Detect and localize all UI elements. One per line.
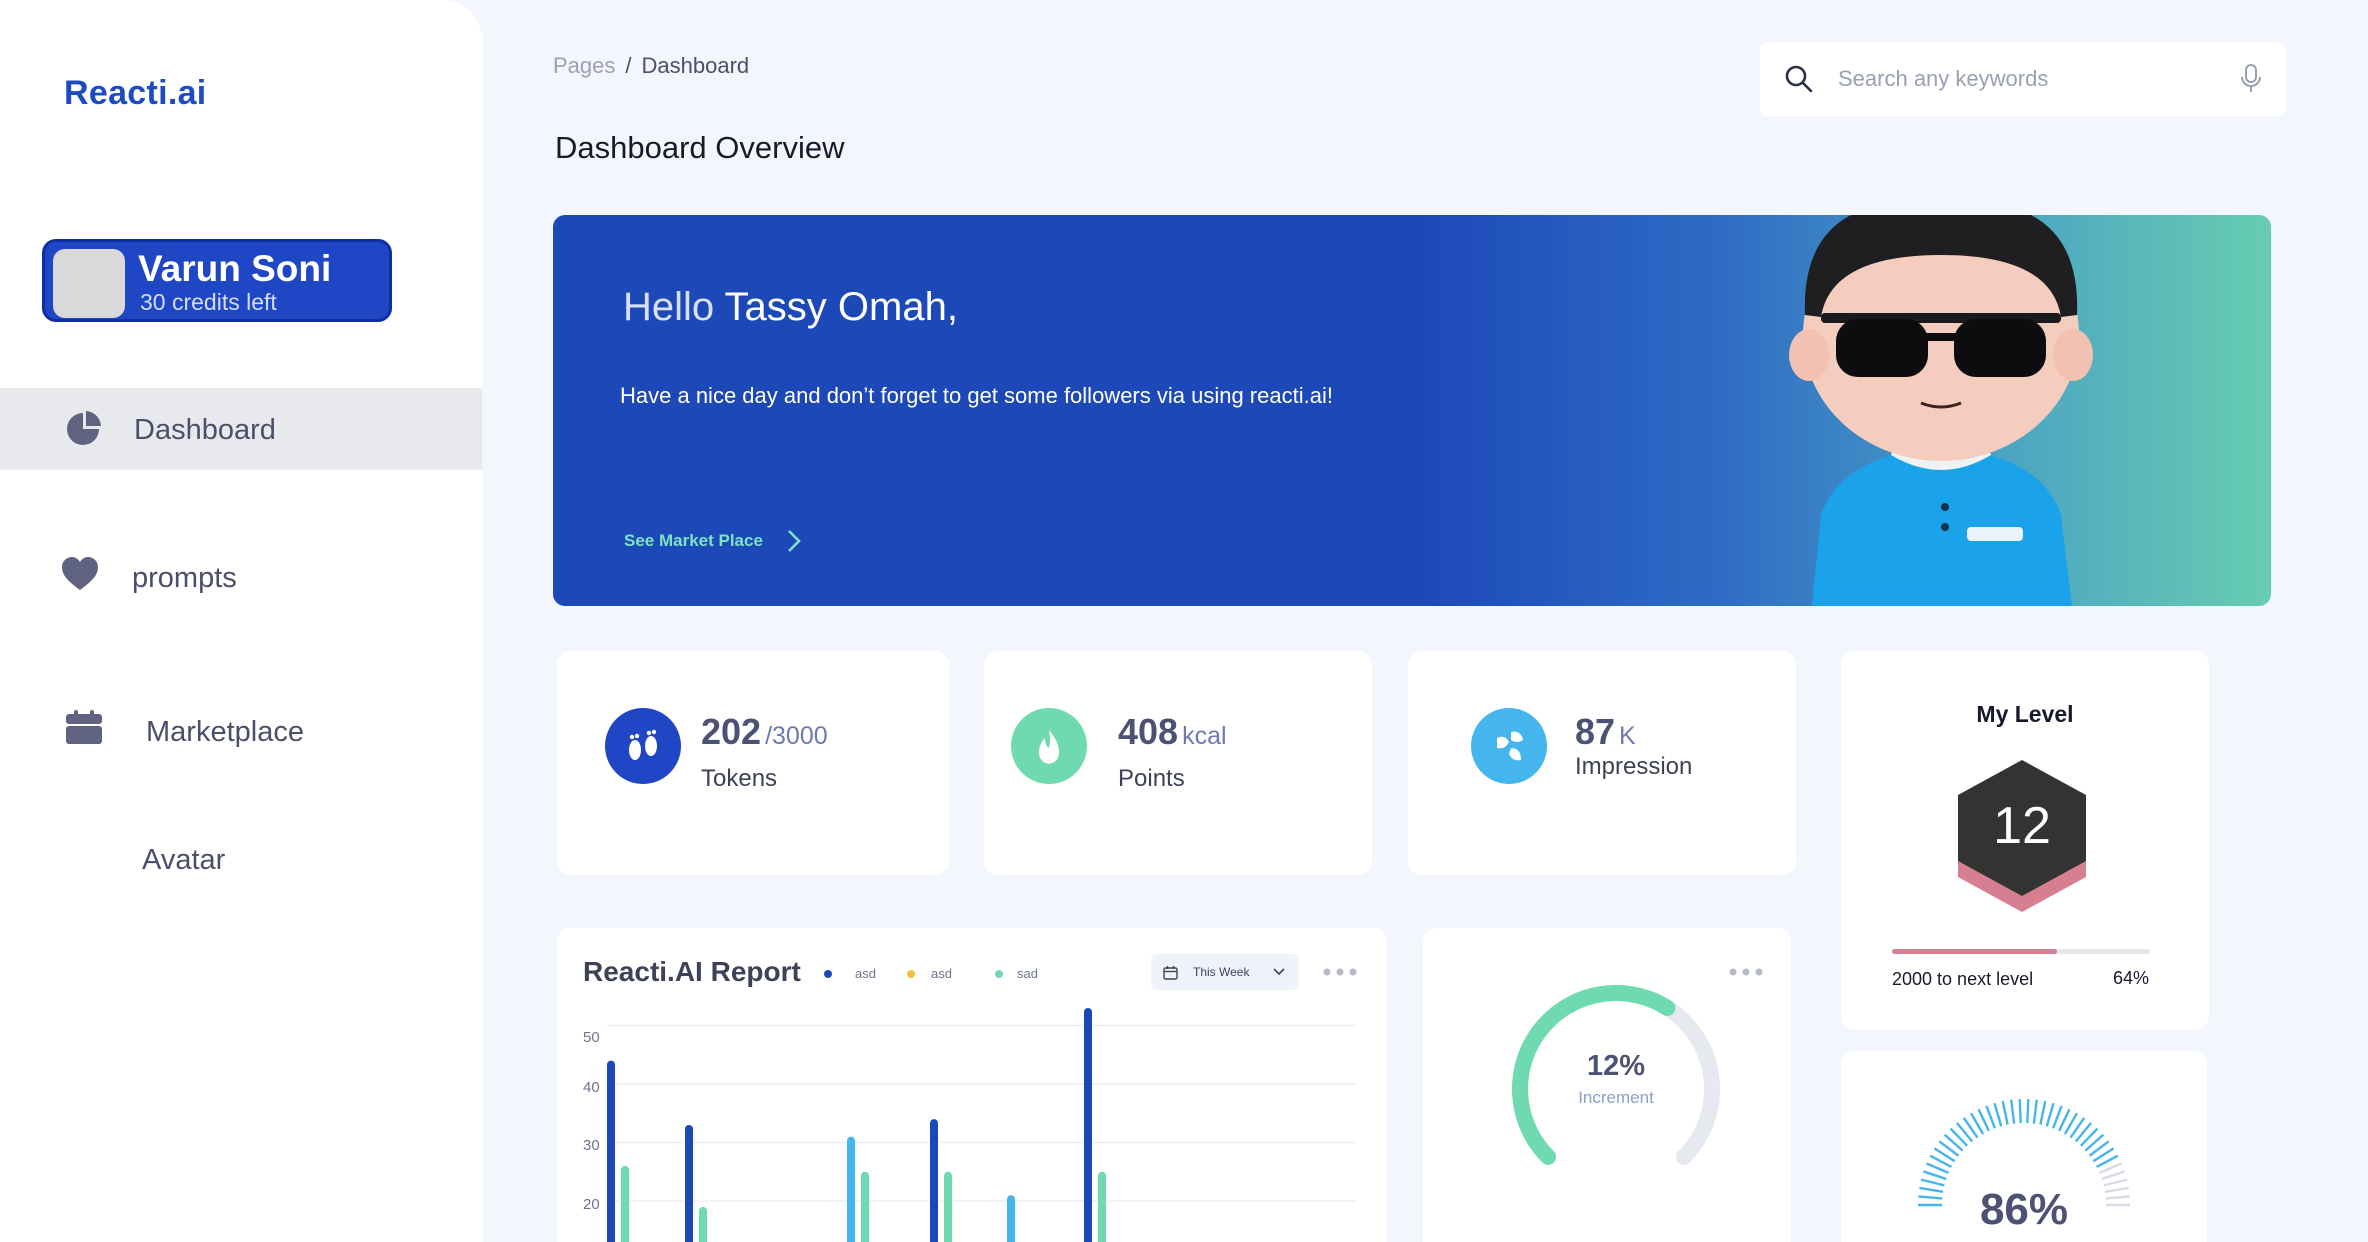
report-bar-chart — [607, 1007, 1357, 1242]
chart-bar — [930, 1119, 938, 1242]
stat-icon-circle — [605, 708, 681, 784]
stat-value: 87 K — [1575, 711, 1636, 752]
gauge-tick — [2026, 1099, 2030, 1124]
gauge-tick — [2045, 1102, 2055, 1127]
gauge-tick — [1923, 1170, 1947, 1181]
level-percent: 64% — [2113, 968, 2150, 988]
stat-icon-circle — [1011, 708, 1087, 784]
gauge-tick — [2101, 1170, 2125, 1181]
breadcrumb: Pages / Dashboard — [553, 53, 749, 79]
level-progress-fill — [1892, 949, 2058, 954]
chart-bar — [944, 1171, 952, 1242]
search-input[interactable] — [1838, 60, 2218, 98]
see-market-place-link[interactable]: See Market Place — [624, 531, 763, 551]
chart-bar — [699, 1206, 707, 1242]
heart-icon — [62, 557, 98, 590]
search-icon — [1785, 65, 1813, 93]
percentage-value: 86% — [1979, 1185, 2069, 1234]
stat-label: Tokens — [701, 765, 778, 792]
level-number: 12 — [1993, 797, 2051, 855]
footprints-icon — [629, 729, 657, 760]
chart-bar — [621, 1165, 629, 1242]
gauge-tick — [2018, 1099, 2022, 1124]
page-title: Dashboard Overview — [555, 130, 845, 165]
my-level-card: My Level 12 2000 to next level 64% — [1841, 651, 2209, 1030]
percentage-card: 86% — [1841, 1051, 2207, 1242]
sidebar-item-label: prompts — [132, 562, 237, 594]
calendar-icon — [66, 710, 102, 744]
user-name: Varun Soni — [138, 248, 332, 289]
hero-user-name: Tassy Omah, — [724, 285, 958, 329]
hero-message: Have a nice day and don’t forget to get … — [620, 383, 1333, 408]
chevron-right-icon[interactable] — [785, 528, 803, 554]
sidebar-item-dashboard[interactable]: Dashboard — [0, 388, 482, 470]
stat-unit: K — [1619, 722, 1636, 750]
gauge-tick — [1985, 1105, 1997, 1129]
pie-chart-icon — [67, 411, 101, 445]
stat-card-points: 408 kcal Points — [984, 651, 1372, 875]
sidebar-item-label: Avatar — [142, 844, 226, 876]
breadcrumb-current: Dashboard — [641, 53, 750, 78]
stat-value: 202/3000 — [701, 711, 828, 752]
user-card[interactable]: Varun Soni 30 credits left — [42, 239, 392, 322]
hero-greeting: Hello Tassy Omah, — [623, 285, 958, 329]
avatar-3d-illustration — [1789, 215, 2093, 606]
stat-unit: kcal — [1182, 722, 1227, 750]
stat-label: Impression — [1575, 753, 1693, 780]
chart-bar — [1007, 1195, 1015, 1242]
level-progress-text: 2000 to next level — [1892, 969, 2034, 989]
report-card: Reacti.AI Report asd asd sad This Week 5… — [557, 928, 1387, 1242]
gauge-tick — [2032, 1099, 2038, 1124]
chart-bar — [847, 1136, 855, 1242]
sidebar: Reacti.ai Varun Soni 30 credits left Das… — [0, 0, 482, 1242]
app-logo[interactable]: Reacti.ai — [64, 74, 207, 113]
microphone-icon[interactable] — [2240, 64, 2262, 94]
breadcrumb-separator: / — [625, 53, 632, 78]
breadcrumb-root[interactable]: Pages — [553, 53, 615, 78]
chart-bar — [685, 1124, 693, 1242]
chart-bar — [607, 1060, 615, 1242]
gauge-tick — [2010, 1099, 2016, 1124]
chart-bar — [1084, 1007, 1092, 1242]
avatar — [53, 249, 125, 318]
stat-label: Points — [1118, 765, 1185, 792]
drops-icon — [1497, 731, 1523, 761]
stat-icon-circle — [1471, 708, 1547, 784]
gauge-tick — [2051, 1105, 2063, 1129]
sidebar-item-label: Dashboard — [134, 414, 276, 446]
level-title: My Level — [1976, 701, 2074, 727]
sidebar-item-avatar[interactable]: Avatar — [0, 820, 482, 902]
increment-card: 12% Increment — [1423, 928, 1791, 1242]
increment-label: Increment — [1578, 1088, 1654, 1107]
stat-card-impression: 87 K Impression — [1408, 651, 1796, 875]
sidebar-item-marketplace[interactable]: Marketplace — [0, 692, 482, 774]
increment-value: 12% — [1586, 1050, 1646, 1082]
more-options-icon[interactable] — [1729, 968, 1763, 976]
gauge-tick — [2001, 1100, 2009, 1125]
sidebar-item-prompts[interactable]: prompts — [0, 538, 482, 620]
stat-card-tokens: 202/3000 Tokens — [557, 651, 949, 875]
stat-value: 408 kcal — [1118, 711, 1227, 752]
chart-bar — [1098, 1171, 1106, 1242]
level-progress-track — [1892, 949, 2150, 954]
welcome-banner: Hello Tassy Omah, Have a nice day and do… — [553, 215, 2271, 606]
user-credits: 30 credits left — [140, 289, 277, 315]
search-bar — [1760, 42, 2286, 116]
gauge-tick — [2039, 1100, 2047, 1125]
stat-unit: /3000 — [765, 722, 828, 750]
sidebar-item-label: Marketplace — [146, 716, 304, 748]
chart-bar — [861, 1171, 869, 1242]
flame-icon — [1039, 730, 1059, 764]
gauge-tick — [1993, 1102, 2003, 1127]
